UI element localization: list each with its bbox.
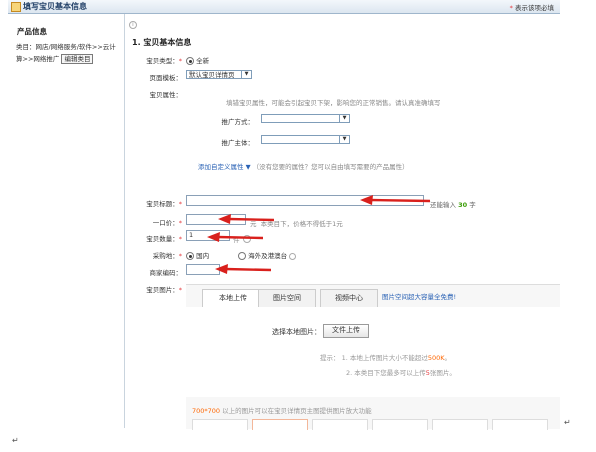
price-label: 一口价：* (132, 217, 182, 227)
item-type-label: 宝贝类型：* (132, 55, 182, 65)
radio-new[interactable] (186, 57, 194, 65)
image-slot[interactable] (252, 419, 308, 430)
edit-category-button[interactable]: 编辑类目 (61, 54, 94, 64)
required-star: * (178, 286, 182, 294)
radio-overseas-label: 海外及港澳台 (248, 252, 288, 260)
paragraph-mark: ↵ (12, 436, 19, 445)
add-custom-attribute-link[interactable]: 添加自定义属性 (198, 163, 244, 171)
chevron-down-icon: ▼ (339, 136, 349, 143)
item-type-label-text: 宝贝类型： (146, 57, 179, 65)
required-legend-text: 表示该项必填 (515, 4, 554, 12)
radio-overseas[interactable] (238, 252, 246, 260)
image-slot[interactable] (492, 419, 548, 430)
quantity-label-text: 宝贝数量： (146, 235, 179, 243)
promo-method-label: 推广方式： (221, 118, 255, 126)
chevron-down-icon: ▼ (241, 71, 251, 78)
images-label: 宝贝图片：* (132, 284, 182, 294)
zoom-note-size: 700*700 (192, 407, 221, 415)
required-star: * (178, 200, 182, 208)
required-star: * (178, 235, 182, 243)
origin-overseas-option[interactable]: 海外及港澳台 (238, 250, 297, 260)
required-star: * (509, 4, 513, 12)
sidebar: 产品信息 类目：网店/网络服务/软件>>云计算>>网络推广 编辑类目 (8, 14, 125, 428)
merchant-code-label: 商家编码： (149, 269, 183, 277)
chevron-down-icon: ▼ (339, 115, 349, 122)
tab-video-center[interactable]: 视频中心 (320, 289, 378, 307)
image-slot[interactable] (432, 419, 488, 430)
choose-local-image-label: 选择本地图片： (272, 328, 321, 336)
file-upload-button[interactable]: 文件上传 (323, 324, 369, 338)
upload-hint-1: 提示： 1. 本地上传图片大小不能超过500K。 (320, 352, 451, 362)
origin-domestic-option[interactable]: 国内 (186, 250, 209, 260)
attributes-label: 宝贝属性： (149, 91, 183, 99)
item-type-option[interactable]: 全新 (186, 55, 209, 65)
sidebar-title: 产品信息 (17, 27, 47, 36)
promo-subject-select[interactable]: ▼ (261, 135, 350, 144)
required-star: * (178, 219, 182, 227)
title-counter-suffix: 字 (469, 201, 476, 209)
upload-size-limit: 500K (427, 354, 445, 362)
origin-label-text: 采购地： (152, 252, 179, 260)
images-label-text: 宝贝图片： (146, 286, 179, 294)
radio-new-label: 全新 (196, 57, 210, 65)
attributes-hint: 填错宝贝属性，可能会引起宝贝下架，影响您的正常销售。请认真准确填写 (226, 99, 441, 107)
tab-local-upload[interactable]: 本地上传 (202, 289, 264, 308)
category-path: 类目：网店/网络服务/软件>>云计算>>网络推广 编辑类目 (16, 41, 122, 65)
zoom-note-text: 以上的图片可以在宝贝详情页主图提供图片放大功能 (222, 407, 372, 415)
required-legend: * 表示该项必填 (510, 2, 554, 12)
template-select-value: 默认宝贝详情页 (189, 71, 235, 79)
image-upload-panel: 本地上传 图片空间 视频中心 图片空间超大容量全免费! 选择本地图片： 文件上传… (186, 284, 560, 430)
caret-down-icon[interactable]: ▼ (246, 163, 251, 171)
image-space-free-link[interactable]: 图片空间超大容量全免费! (382, 289, 456, 306)
image-slot[interactable] (312, 419, 368, 430)
radio-domestic-label: 国内 (196, 252, 210, 260)
origin-label: 采购地：* (132, 250, 182, 260)
upload-hint-2: 2. 本类目下您最多可以上传5张图片。 (346, 367, 456, 377)
help-icon[interactable] (289, 252, 297, 260)
title-label: 宝贝标题：* (132, 198, 182, 208)
upload-hint-1-end: 。 (444, 354, 452, 362)
template-select[interactable]: 默认宝贝详情页 ▼ (186, 70, 252, 79)
image-tabs: 本地上传 图片空间 视频中心 图片空间超大容量全免费! (186, 289, 560, 308)
title-label-text: 宝贝标题： (146, 200, 179, 208)
local-upload-area: 选择本地图片： 文件上传 提示： 1. 本地上传图片大小不能超过500K。 2.… (186, 307, 560, 397)
paragraph-mark: ↵ (564, 418, 571, 427)
price-label-text: 一口价： (152, 219, 179, 227)
upload-hint-1-text: 提示： 1. 本地上传图片大小不能超过 (320, 354, 428, 362)
quantity-label: 宝贝数量：* (132, 233, 182, 243)
title-counter: 还能输入 30 字 (430, 199, 476, 209)
edit-form-icon (11, 2, 21, 12)
custom-attribute-hint: （没有您要的属性？您可以自由填写需要的产品属性） (252, 163, 409, 171)
image-slot[interactable] (372, 419, 428, 430)
info-icon[interactable]: i (129, 21, 137, 29)
tab-image-space[interactable]: 图片空间 (258, 289, 316, 307)
upload-hint-2-text: 2. 本类目下您最多可以上传 (346, 369, 426, 377)
radio-domestic[interactable] (186, 252, 194, 260)
page-title: 填写宝贝基本信息 (23, 2, 87, 11)
promo-subject-label: 推广主体： (221, 139, 255, 147)
required-star: * (178, 252, 182, 260)
custom-attribute-row: 添加自定义属性 ▼ （没有您要的属性？您可以自由填写需要的产品属性） (198, 161, 409, 171)
upload-hint-2-end: 张图片。 (429, 369, 456, 377)
promo-method-select[interactable]: ▼ (261, 114, 350, 123)
zoom-note: 700*700 以上的图片可以在宝贝详情页主图提供图片放大功能 (192, 405, 372, 415)
image-slot[interactable] (192, 419, 248, 430)
required-star: * (178, 57, 182, 65)
section-title: 1. 宝贝基本信息 (132, 38, 192, 47)
title-counter-value: 30 (458, 201, 468, 209)
template-label: 页面模板： (149, 74, 183, 82)
title-counter-prefix: 还能输入 (430, 201, 456, 209)
header-bar: 填写宝贝基本信息 * 表示该项必填 (8, 0, 560, 14)
